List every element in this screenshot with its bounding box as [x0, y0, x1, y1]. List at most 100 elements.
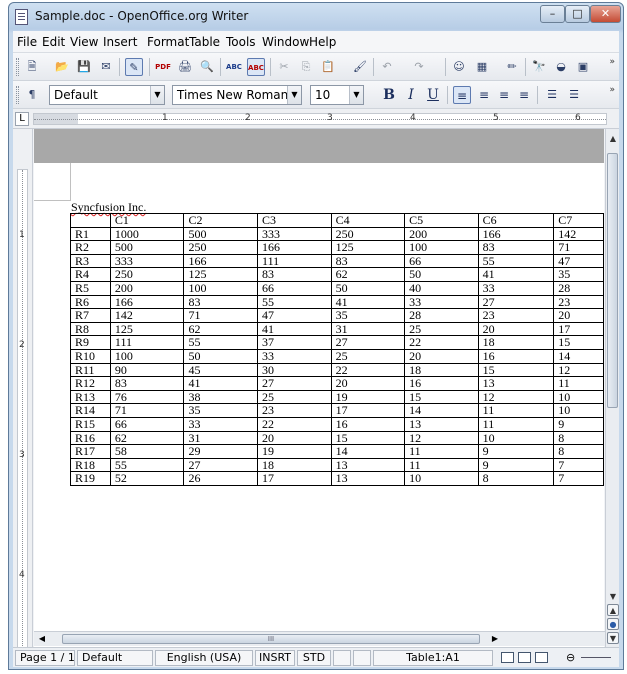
table-cell[interactable]: R9	[70, 335, 111, 350]
table-cell[interactable]: R19	[70, 471, 111, 486]
font-name-combo[interactable]: Times New Roman ▼	[172, 85, 302, 105]
chevron-down-icon[interactable]: ▼	[150, 86, 164, 104]
close-button[interactable]: ✕	[590, 5, 621, 23]
scroll-right-icon[interactable]: ▶	[489, 633, 501, 645]
table-cell[interactable]: 55	[109, 457, 185, 473]
table-cell[interactable]: 62	[109, 430, 185, 446]
scroll-up-icon[interactable]: ▲	[607, 133, 619, 145]
table-cell[interactable]: 83	[109, 376, 185, 391]
menu-edit[interactable]: Edit	[42, 35, 65, 49]
table-cell[interactable]: 71	[109, 403, 185, 418]
menu-file[interactable]: File	[17, 35, 37, 49]
table-cell[interactable]: 10	[477, 430, 555, 446]
table-cell[interactable]: 9	[553, 416, 604, 432]
table-cell[interactable]: 16	[477, 348, 555, 364]
vertical-ruler[interactable]: 1 2 3 4	[13, 129, 33, 649]
table-cell[interactable]: 142	[109, 308, 185, 323]
email-icon[interactable]: ✉	[97, 58, 115, 76]
table-cell[interactable]: R4	[70, 267, 111, 282]
table-cell[interactable]: 333	[109, 253, 185, 269]
menu-insert[interactable]: Insert	[103, 35, 137, 49]
table-cell[interactable]: 50	[404, 267, 479, 282]
table-cell[interactable]: C3	[257, 213, 332, 228]
table-cell[interactable]: 15	[404, 389, 479, 405]
table-cell[interactable]: 55	[477, 253, 555, 269]
table-cell[interactable]: 12	[553, 362, 604, 378]
gallery-icon[interactable]: ◒	[552, 58, 570, 76]
table-cell[interactable]: 100	[183, 280, 259, 296]
table-cell[interactable]: 35	[553, 267, 604, 282]
table-cell[interactable]: R3	[70, 253, 111, 269]
table-cell[interactable]: 33	[183, 416, 259, 432]
numbering-icon[interactable]: ☰	[543, 86, 561, 104]
table-cell[interactable]: C4	[330, 213, 406, 228]
table-cell[interactable]: 58	[109, 444, 185, 459]
table-cell[interactable]: 111	[257, 253, 332, 269]
single-page-view-icon[interactable]	[501, 652, 514, 663]
table-cell[interactable]: 166	[109, 294, 185, 310]
navigation-icon[interactable]: ●	[607, 618, 619, 630]
menu-view[interactable]: View	[70, 35, 98, 49]
table-cell[interactable]: 200	[404, 226, 479, 242]
table-cell[interactable]: 13	[404, 416, 479, 432]
company-text[interactable]: Syncfusion Inc.	[71, 200, 146, 214]
table-cell[interactable]: 14	[553, 348, 604, 364]
table-cell[interactable]: 250	[330, 226, 406, 242]
table-cell[interactable]: R18	[70, 457, 111, 473]
export-pdf-icon[interactable]: PDF	[154, 58, 172, 76]
table-cell[interactable]: 11	[404, 444, 479, 459]
table-cell[interactable]: 8	[477, 471, 555, 486]
table-cell[interactable]: 125	[183, 267, 259, 282]
table-cell[interactable]: 166	[477, 226, 555, 242]
table-cell[interactable]: 23	[553, 294, 604, 310]
table-cell[interactable]: 71	[183, 308, 259, 323]
toolbar-overflow-icon[interactable]: »	[609, 85, 615, 95]
table-cell[interactable]: C5	[404, 213, 479, 228]
tab-stop-type-icon[interactable]: L	[15, 112, 29, 126]
menu-tools[interactable]: Tools	[226, 35, 256, 49]
table-cell[interactable]: 500	[109, 240, 185, 255]
table-cell[interactable]: 40	[404, 280, 479, 296]
table-cell[interactable]: R11	[70, 362, 111, 378]
page-preview-icon[interactable]: 🔍	[198, 58, 216, 76]
table-cell[interactable]: 47	[257, 308, 332, 323]
table-cell[interactable]: 66	[257, 280, 332, 296]
table-cell[interactable]: 20	[330, 376, 406, 391]
table-cell[interactable]: 76	[109, 389, 185, 405]
data-table[interactable]: C1 C2 C3 C4 C5 C6 C7 R1 1000 500 333 250 200 166 142 R2…	[70, 213, 604, 486]
table-cell[interactable]: R2	[70, 240, 111, 255]
justify-icon[interactable]: ≡	[515, 86, 533, 104]
table-cell[interactable]: 55	[257, 294, 332, 310]
title-bar[interactable]: Sample.doc - OpenOffice.org Writer – □ ✕	[9, 3, 623, 31]
find-icon[interactable]: 🔭	[530, 58, 548, 76]
table-cell[interactable]: 111	[109, 335, 185, 350]
table-cell[interactable]: 27	[330, 335, 406, 350]
table-cell[interactable]: 17	[553, 321, 604, 337]
vertical-scroll-thumb[interactable]	[607, 153, 618, 408]
paste-icon[interactable]: 📋	[319, 58, 337, 76]
toolbar-overflow-icon[interactable]: »	[609, 57, 615, 67]
table-cell[interactable]: 23	[477, 308, 555, 323]
table-cell[interactable]: R6	[70, 294, 111, 310]
table-cell[interactable]: C7	[553, 213, 604, 228]
table-cell[interactable]: 13	[330, 471, 406, 486]
table-icon[interactable]: ▦	[473, 58, 491, 76]
table-cell[interactable]: 25	[330, 348, 406, 364]
table-cell[interactable]: 14	[330, 444, 406, 459]
copy-icon[interactable]: ⎘	[297, 58, 315, 76]
new-icon[interactable]: 🗎	[23, 58, 41, 76]
print-icon[interactable]: 🖨	[176, 58, 194, 76]
table-cell[interactable]: 38	[183, 389, 259, 405]
table-cell[interactable]: 7	[553, 457, 604, 473]
table-cell[interactable]: R16	[70, 430, 111, 446]
table-cell[interactable]: 41	[257, 321, 332, 337]
table-cell[interactable]: 20	[257, 430, 332, 446]
table-cell[interactable]: 16	[330, 416, 406, 432]
table-cell[interactable]: 23	[257, 403, 332, 418]
table-cell[interactable]: 35	[183, 403, 259, 418]
page-style[interactable]: Default	[77, 650, 153, 666]
table-cell[interactable]: 13	[330, 457, 406, 473]
table-cell[interactable]: 166	[183, 253, 259, 269]
table-cell[interactable]: 28	[404, 308, 479, 323]
table-cell[interactable]: 250	[109, 267, 185, 282]
